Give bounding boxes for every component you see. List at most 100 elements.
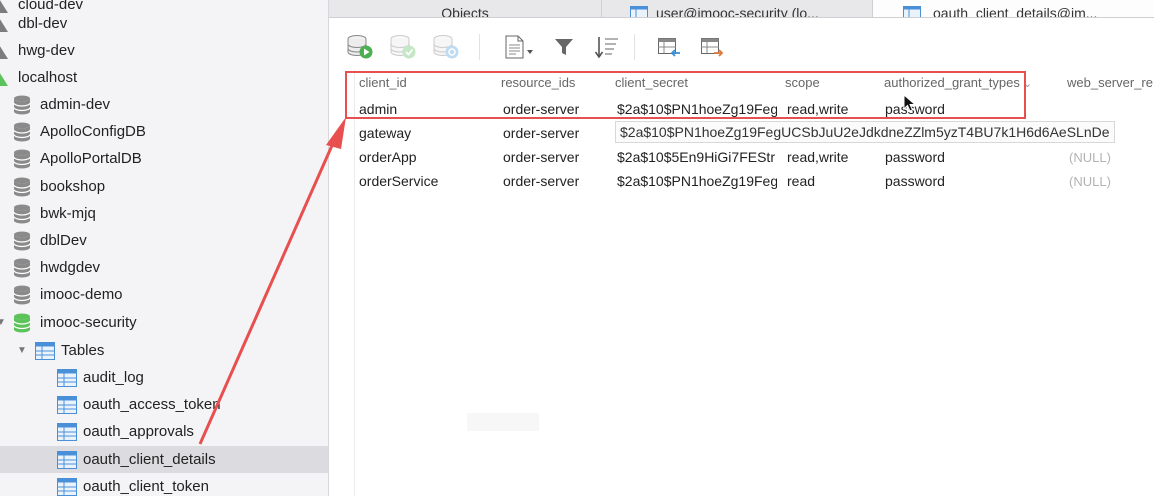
cell-null-value[interactable]: (NULL)	[1069, 150, 1111, 165]
column-header-scope[interactable]: scope	[785, 75, 820, 90]
cell-authorized-grant-types[interactable]: password	[885, 149, 945, 165]
cell-scope[interactable]: read,write	[787, 149, 848, 165]
database-label: admin-dev	[40, 96, 111, 113]
connection-item-localhost[interactable]: localhost	[0, 64, 328, 91]
database-item[interactable]: admin-dev	[0, 91, 328, 118]
cell-client-secret[interactable]: $2a$10$PN1hoeZg19Feg	[617, 173, 777, 189]
table-label: audit_log	[83, 369, 144, 386]
database-item[interactable]: ApolloPortalDB	[0, 145, 328, 172]
filter-button[interactable]	[549, 32, 579, 62]
connection-active-icon	[0, 69, 12, 86]
table-item[interactable]: oauth_access_token	[0, 391, 328, 418]
database-label: bookshop	[40, 178, 106, 195]
connection-item[interactable]: hwg-dev	[0, 37, 328, 64]
database-icon	[13, 285, 31, 305]
column-header-client-secret[interactable]: client_secret	[615, 75, 688, 90]
cell-authorized-grant-types[interactable]: password	[885, 173, 945, 189]
database-label: ApolloPortalDB	[40, 150, 142, 167]
tab-user-table[interactable]: user@imooc-security (lo...	[602, 0, 873, 17]
table-icon	[57, 450, 77, 469]
cell-client-id[interactable]: admin	[359, 101, 397, 117]
tab-label: Objects	[441, 5, 489, 17]
import-button[interactable]	[654, 32, 684, 62]
data-grid[interactable]: client_id resource_ids client_secret sco…	[329, 70, 1154, 496]
tables-folder[interactable]: ▼ Tables	[0, 337, 328, 364]
database-item[interactable]: imooc-demo	[0, 281, 328, 308]
db-play-icon	[347, 35, 373, 59]
column-header-client-id[interactable]: client_id	[359, 75, 407, 90]
database-icon	[13, 122, 31, 142]
database-label: imooc-demo	[40, 286, 123, 303]
database-icon	[13, 95, 31, 115]
cell-scope[interactable]: read,write	[787, 101, 848, 117]
database-label: bwk-mjq	[40, 205, 96, 222]
db-check-icon	[390, 35, 416, 59]
database-item[interactable]: bwk-mjq	[0, 200, 328, 227]
connection-item[interactable]: dbl-dev	[0, 10, 328, 37]
table-icon	[57, 368, 77, 387]
connection-label: dbl-dev	[18, 15, 68, 32]
database-item[interactable]: ▼ imooc-security	[0, 309, 328, 336]
cell-value-tooltip: $2a$10$PN1hoeZg19FegUCSbJuU2eJdkdneZZlm5…	[615, 121, 1115, 143]
table-icon	[57, 395, 77, 414]
tab-bar: Objects user@imooc-security (lo... oauth…	[329, 0, 1154, 18]
connection-label: hwg-dev	[18, 42, 75, 59]
cell-resource-ids[interactable]: order-server	[503, 149, 579, 165]
column-header-label: authorized_grant_types	[884, 75, 1020, 90]
commit-button[interactable]	[388, 32, 418, 62]
cell-resource-ids[interactable]: order-server	[503, 101, 579, 117]
mouse-cursor-icon	[903, 94, 917, 112]
cell-scope[interactable]: read	[787, 173, 815, 189]
column-header-authorized-grant-types[interactable]: authorized_grant_types ⌄	[884, 75, 1032, 90]
database-item[interactable]: hwdgdev	[0, 254, 328, 281]
table-icon	[57, 477, 77, 496]
table-label: oauth_approvals	[83, 423, 194, 440]
database-label: imooc-security	[40, 314, 137, 331]
text-view-button[interactable]	[499, 32, 539, 62]
database-item[interactable]: dblDev	[0, 227, 328, 254]
connection-icon	[0, 15, 12, 32]
begin-transaction-button[interactable]	[345, 32, 375, 62]
expand-arrow-icon[interactable]: ▼	[0, 317, 6, 328]
cell-null-value[interactable]: (NULL)	[1069, 174, 1111, 189]
cell-resource-ids[interactable]: order-server	[503, 173, 579, 189]
column-header-resource-ids[interactable]: resource_ids	[501, 75, 575, 90]
screen-artifact	[467, 413, 539, 431]
navigator-sidebar: cloud-dev dbl-dev hwg-dev localhost admi…	[0, 0, 329, 496]
table-item[interactable]: oauth_client_details	[0, 446, 328, 473]
table-label: oauth_access_token	[83, 396, 221, 413]
table-icon	[903, 6, 921, 17]
database-icon	[13, 313, 31, 333]
chevron-down-icon: ⌄	[1022, 78, 1033, 90]
table-item[interactable]: oauth_client_token	[0, 473, 328, 496]
export-button[interactable]	[697, 32, 727, 62]
tab-oauth-client-details[interactable]: oauth_client_details@im...	[873, 0, 1154, 17]
document-icon	[505, 35, 533, 59]
database-item[interactable]: ApolloConfigDB	[0, 118, 328, 145]
database-icon	[13, 177, 31, 197]
rollback-button[interactable]	[431, 32, 461, 62]
column-header-web-server-redirect-uri[interactable]: web_server_re	[1067, 75, 1153, 90]
cell-client-id[interactable]: orderService	[359, 173, 438, 189]
table-item[interactable]: audit_log	[0, 364, 328, 391]
database-label: dblDev	[40, 232, 87, 249]
cell-client-id[interactable]: gateway	[359, 125, 411, 141]
expand-arrow-icon[interactable]: ▼	[17, 345, 27, 356]
db-undo-icon	[433, 35, 459, 59]
cell-client-secret[interactable]: $2a$10$5En9HiGi7FEStr	[617, 149, 777, 165]
table-label: oauth_client_token	[83, 478, 209, 495]
import-icon	[658, 38, 680, 57]
table-icon	[630, 6, 648, 17]
cell-client-id[interactable]: orderApp	[359, 149, 417, 165]
toolbar-separator	[479, 34, 480, 60]
cell-resource-ids[interactable]: order-server	[503, 125, 579, 141]
funnel-icon	[555, 39, 573, 55]
database-item[interactable]: bookshop	[0, 173, 328, 200]
toolbar-separator	[634, 34, 635, 60]
tab-objects[interactable]: Objects	[329, 0, 602, 17]
database-icon	[13, 204, 31, 224]
cell-client-secret[interactable]: $2a$10$PN1hoeZg19Feg	[617, 101, 777, 117]
table-item[interactable]: oauth_approvals	[0, 418, 328, 445]
database-icon	[13, 149, 31, 169]
sort-button[interactable]	[592, 32, 622, 62]
